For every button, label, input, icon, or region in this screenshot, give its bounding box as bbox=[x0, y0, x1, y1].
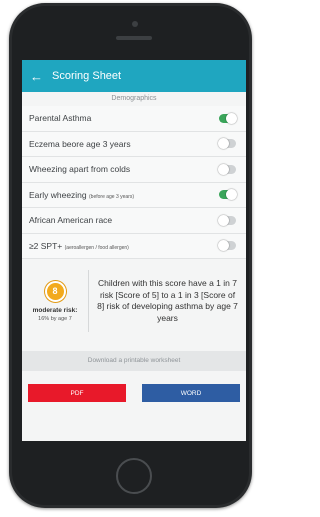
toggle-knob bbox=[218, 240, 229, 252]
risk-percentage: 16% by age 7 bbox=[38, 315, 72, 322]
risk-score-badge: 8 bbox=[44, 280, 66, 302]
toggle-row-spt-positive: ≥2 SPT+ (aeroallergen / food allergen) bbox=[22, 233, 246, 259]
row-note: (aeroallergen / food allergen) bbox=[64, 244, 129, 251]
row-label: Parental Asthma bbox=[29, 113, 92, 124]
toggle-row-eczema: Eczema beore age 3 years bbox=[22, 131, 246, 157]
row-label: Eczema beore age 3 years bbox=[29, 138, 131, 149]
toggle-knob bbox=[218, 138, 229, 150]
app-bar: ← Scoring Sheet bbox=[22, 60, 246, 92]
page-title: Scoring Sheet bbox=[52, 70, 122, 82]
risk-description: Children with this score have a 1 in 7 r… bbox=[97, 278, 238, 323]
earpiece-speaker bbox=[116, 36, 152, 40]
toggle-row-early-wheezing: Early wheezing (before age 3 years) bbox=[22, 182, 246, 208]
row-label: Wheezing apart from colds bbox=[29, 164, 131, 175]
risk-level-label: moderate risk: bbox=[32, 306, 78, 314]
export-buttons: PDF WORD bbox=[22, 384, 246, 402]
risk-score-panel: 8 moderate risk: 16% by age 7 bbox=[22, 280, 88, 322]
toggle-row-african-american-race: African American race bbox=[22, 208, 246, 234]
wheezing-apart-from-colds-toggle[interactable] bbox=[218, 163, 236, 175]
row-label: ≥2 SPT+ (aeroallergen / food allergen) bbox=[29, 240, 129, 251]
row-note: (before age 3 years) bbox=[89, 193, 135, 200]
toggle-knob bbox=[226, 189, 237, 201]
home-button[interactable] bbox=[116, 458, 152, 494]
app-screen: ← Scoring Sheet Demographics Parental As… bbox=[22, 60, 246, 441]
download-worksheet-link[interactable]: Download a printable worksheet bbox=[22, 351, 246, 371]
toggle-knob bbox=[218, 214, 229, 226]
spt-positive-toggle[interactable] bbox=[218, 240, 236, 252]
toggle-row-parental-asthma: Parental Asthma bbox=[22, 106, 246, 132]
parental-asthma-toggle[interactable] bbox=[219, 112, 237, 124]
toggle-row-wheezing-apart-from-colds: Wheezing apart from colds bbox=[22, 157, 246, 183]
pdf-button[interactable]: PDF bbox=[28, 384, 126, 402]
early-wheezing-toggle[interactable] bbox=[219, 189, 237, 201]
section-title: Demographics bbox=[111, 95, 157, 102]
word-button[interactable]: WORD bbox=[142, 384, 240, 402]
row-label: Early wheezing (before age 3 years) bbox=[29, 189, 135, 200]
back-arrow-icon[interactable]: ← bbox=[30, 70, 52, 83]
risk-summary: 8 moderate risk: 16% by age 7 Children w… bbox=[22, 261, 246, 341]
row-label: African American race bbox=[29, 215, 113, 226]
african-american-race-toggle[interactable] bbox=[218, 214, 236, 226]
eczema-toggle[interactable] bbox=[218, 138, 236, 150]
toggle-list: Parental Asthma Eczema beore age 3 years… bbox=[22, 106, 246, 259]
front-camera bbox=[132, 21, 138, 27]
toggle-knob bbox=[226, 112, 237, 124]
toggle-knob bbox=[218, 163, 229, 175]
